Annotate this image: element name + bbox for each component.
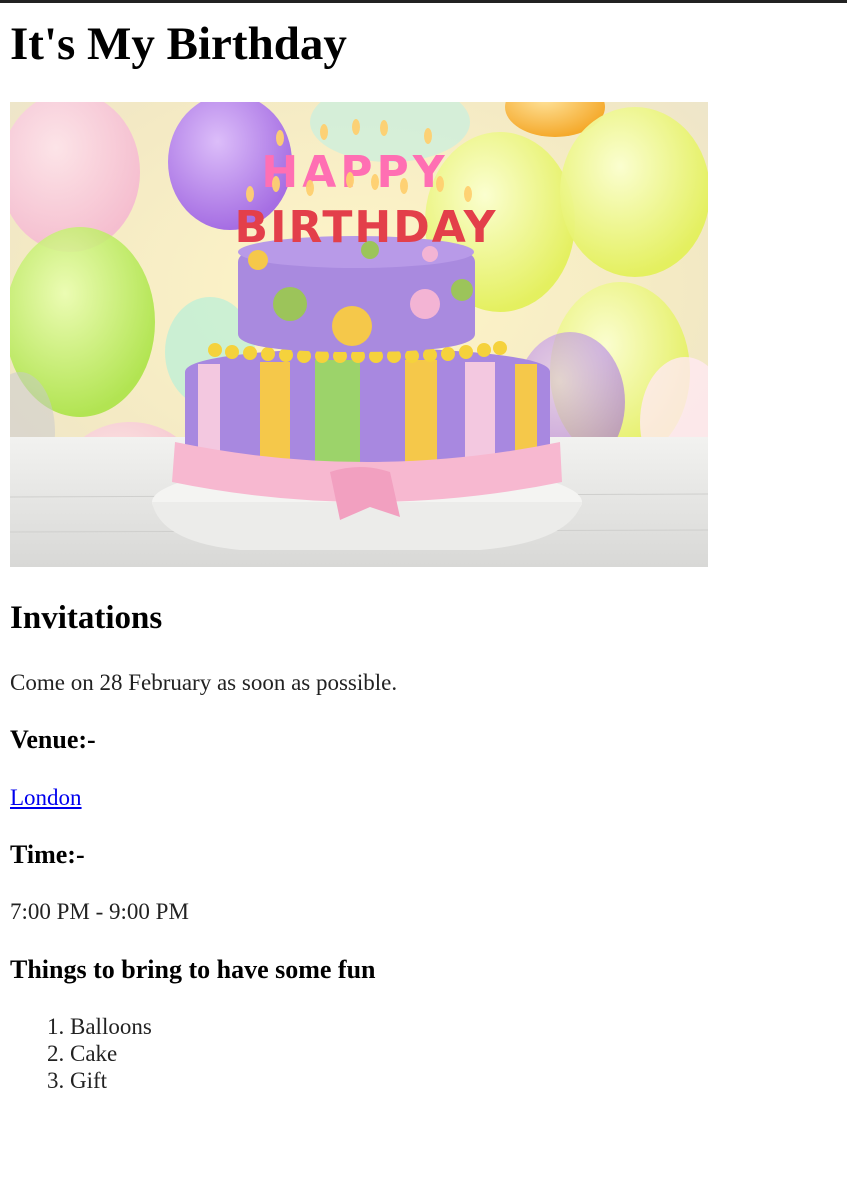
time-heading: Time:- xyxy=(10,840,85,869)
venue-link[interactable]: London xyxy=(10,785,82,810)
invitation-message: Come on 28 February as soon as possible. xyxy=(10,670,398,695)
birthday-cake-image: HAPPY BIRTHDAY xyxy=(10,102,708,567)
time-value: 7:00 PM - 9:00 PM xyxy=(10,899,189,924)
things-list: Balloons Cake Gift xyxy=(10,1013,152,1094)
top-border xyxy=(0,0,847,3)
venue-heading: Venue:- xyxy=(10,725,96,754)
page-title: It's My Birthday xyxy=(10,18,347,70)
list-item: Balloons xyxy=(70,1013,152,1040)
things-heading: Things to bring to have some fun xyxy=(10,955,376,984)
list-item: Cake xyxy=(70,1040,152,1067)
venue-paragraph: London xyxy=(10,784,82,812)
invitations-heading: Invitations xyxy=(10,600,163,636)
list-item: Gift xyxy=(70,1067,152,1094)
cake-topper-line1: HAPPY xyxy=(261,147,448,198)
cake-topper-line2: BIRTHDAY xyxy=(235,202,498,253)
